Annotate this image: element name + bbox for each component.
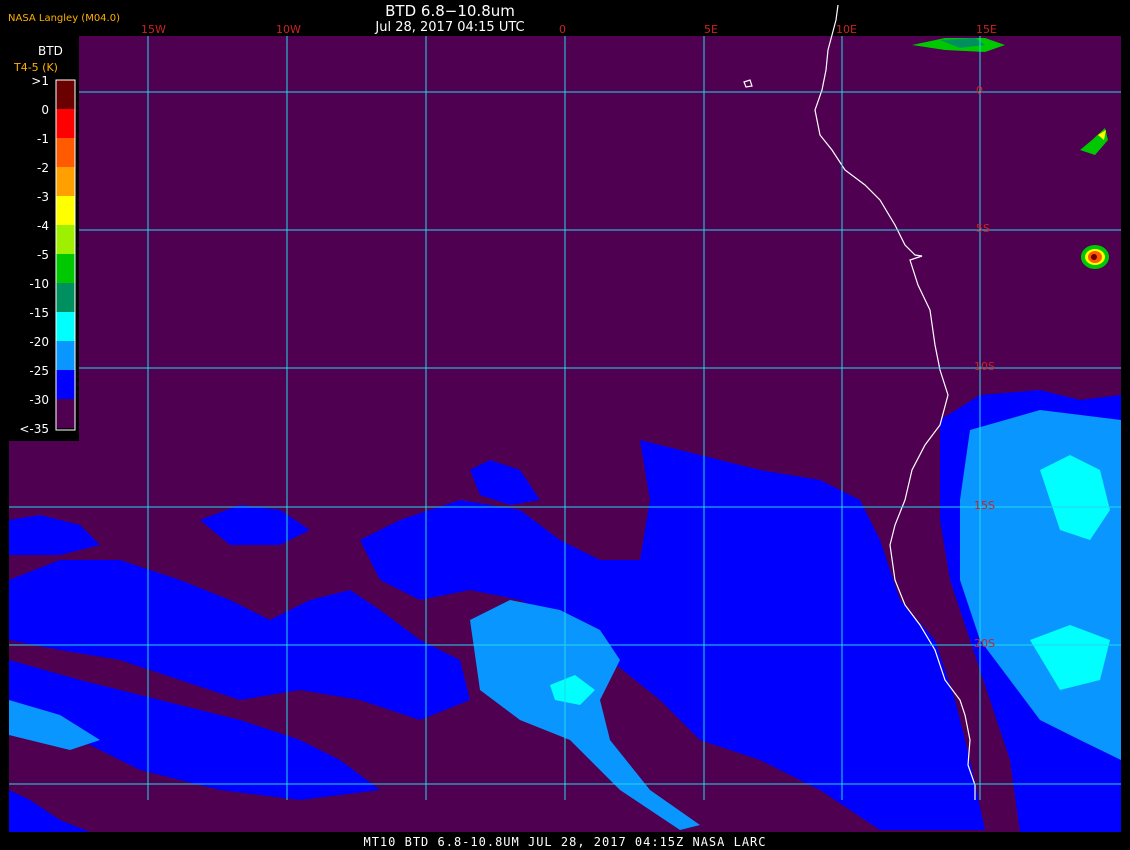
legend-tick: -20 <box>29 335 49 349</box>
legend-tick: -15 <box>29 306 49 320</box>
legend-tick: -1 <box>37 132 49 146</box>
legend-swatch <box>56 254 75 283</box>
legend-swatch <box>56 80 75 109</box>
legend-tick: -10 <box>29 277 49 291</box>
legend-swatch <box>56 341 75 370</box>
legend-swatch <box>56 196 75 225</box>
longitude-label: 15W <box>141 23 166 36</box>
legend-tick: >1 <box>31 74 49 88</box>
latitude-label: 15S <box>974 499 995 512</box>
longitude-label: 15E <box>976 23 997 36</box>
legend-tick: -5 <box>37 248 49 262</box>
legend-tick: <-35 <box>19 422 49 436</box>
legend-swatch <box>56 167 75 196</box>
latitude-label: 5S <box>976 222 990 235</box>
legend-tick: -3 <box>37 190 49 204</box>
latitude-label: 0 <box>976 84 983 97</box>
legend-swatch <box>56 283 75 312</box>
legend-title: BTD <box>38 44 63 58</box>
legend-swatch <box>56 225 75 254</box>
legend-swatch <box>56 138 75 167</box>
latitude-label: 10S <box>974 360 995 373</box>
legend-swatch <box>56 370 75 399</box>
legend-tick: -30 <box>29 393 49 407</box>
latitude-label: 20S <box>974 637 995 650</box>
legend-tick: -4 <box>37 219 49 233</box>
legend-units: T4-5 (K) <box>14 61 58 74</box>
legend-swatch <box>56 312 75 341</box>
longitude-label: 10E <box>836 23 857 36</box>
longitude-label: 5E <box>704 23 718 36</box>
footer-caption: MT10 BTD 6.8-10.8UM JUL 28, 2017 04:15Z … <box>363 835 767 849</box>
legend-tick: -2 <box>37 161 49 175</box>
observation-datetime: Jul 28, 2017 04:15 UTC <box>375 20 525 35</box>
legend-tick: 0 <box>41 103 49 117</box>
legend-tick: -25 <box>29 364 49 378</box>
legend-swatch <box>56 109 75 138</box>
legend-swatch <box>56 399 75 428</box>
satellite-map <box>0 0 1130 850</box>
longitude-label: 0 <box>559 23 566 36</box>
longitude-label: 10W <box>276 23 301 36</box>
legend-colorbar <box>56 80 75 428</box>
product-title: BTD 6.8−10.8um <box>385 2 515 20</box>
